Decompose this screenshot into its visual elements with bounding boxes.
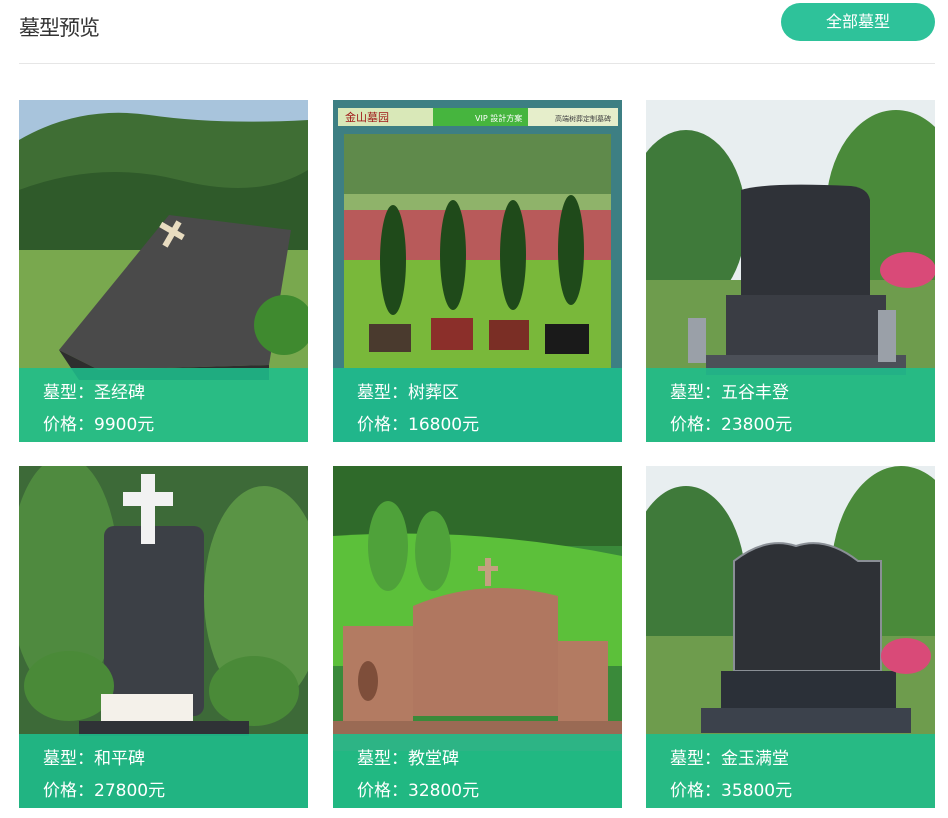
tomb-type-label: 墓型：金玉满堂 [670, 749, 789, 769]
banner-right-text: 高端树葬定制墓碑 [555, 114, 611, 123]
section-title: 墓型预览 [19, 16, 100, 40]
tomb-card-3[interactable]: 墓型：五谷丰登 价格：23800元 [646, 100, 935, 442]
tomb-type-label: 墓型：圣经碑 [43, 383, 145, 403]
tomb-price-label: 价格：16800元 [357, 415, 480, 435]
card-info-overlay: 墓型：树葬区 价格：16800元 [333, 368, 622, 442]
tomb-price-label: 价格：27800元 [43, 781, 166, 801]
tomb-price-label: 价格：9900元 [43, 415, 155, 435]
tomb-card-4[interactable]: 墓型：和平碑 价格：27800元 [19, 466, 308, 808]
tomb-card-2[interactable]: 金山墓园 VIP 設計方案 高端树葬定制墓碑 墓型：树葬区 价格：16800元 [333, 100, 622, 442]
section-header: 墓型预览 全部墓型 [19, 0, 935, 64]
tomb-card-6[interactable]: 墓型：金玉满堂 价格：35800元 [646, 466, 935, 808]
tomb-card-5[interactable]: 墓型：教堂碑 价格：32800元 [333, 466, 622, 808]
card-info-overlay: 墓型：金玉满堂 价格：35800元 [646, 734, 935, 808]
tomb-price-label: 价格：23800元 [670, 415, 793, 435]
tomb-type-label: 墓型：和平碑 [43, 749, 145, 769]
tomb-price-label: 价格：32800元 [357, 781, 480, 801]
tomb-type-label: 墓型：树葬区 [357, 383, 459, 403]
card-info-overlay: 墓型：教堂碑 价格：32800元 [333, 734, 622, 808]
banner-mid-text: VIP 設計方案 [475, 113, 522, 123]
card-info-overlay: 墓型：和平碑 价格：27800元 [19, 734, 308, 808]
all-tomb-types-button[interactable]: 全部墓型 [781, 3, 935, 41]
banner-left-text: 金山墓园 [345, 110, 389, 124]
tomb-card-1[interactable]: 墓型：圣经碑 价格：9900元 [19, 100, 308, 442]
tomb-price-label: 价格：35800元 [670, 781, 793, 801]
tomb-type-label: 墓型：五谷丰登 [670, 383, 789, 403]
card-info-overlay: 墓型：五谷丰登 价格：23800元 [646, 368, 935, 442]
tomb-type-label: 墓型：教堂碑 [357, 749, 459, 769]
card-info-overlay: 墓型：圣经碑 价格：9900元 [19, 368, 308, 442]
